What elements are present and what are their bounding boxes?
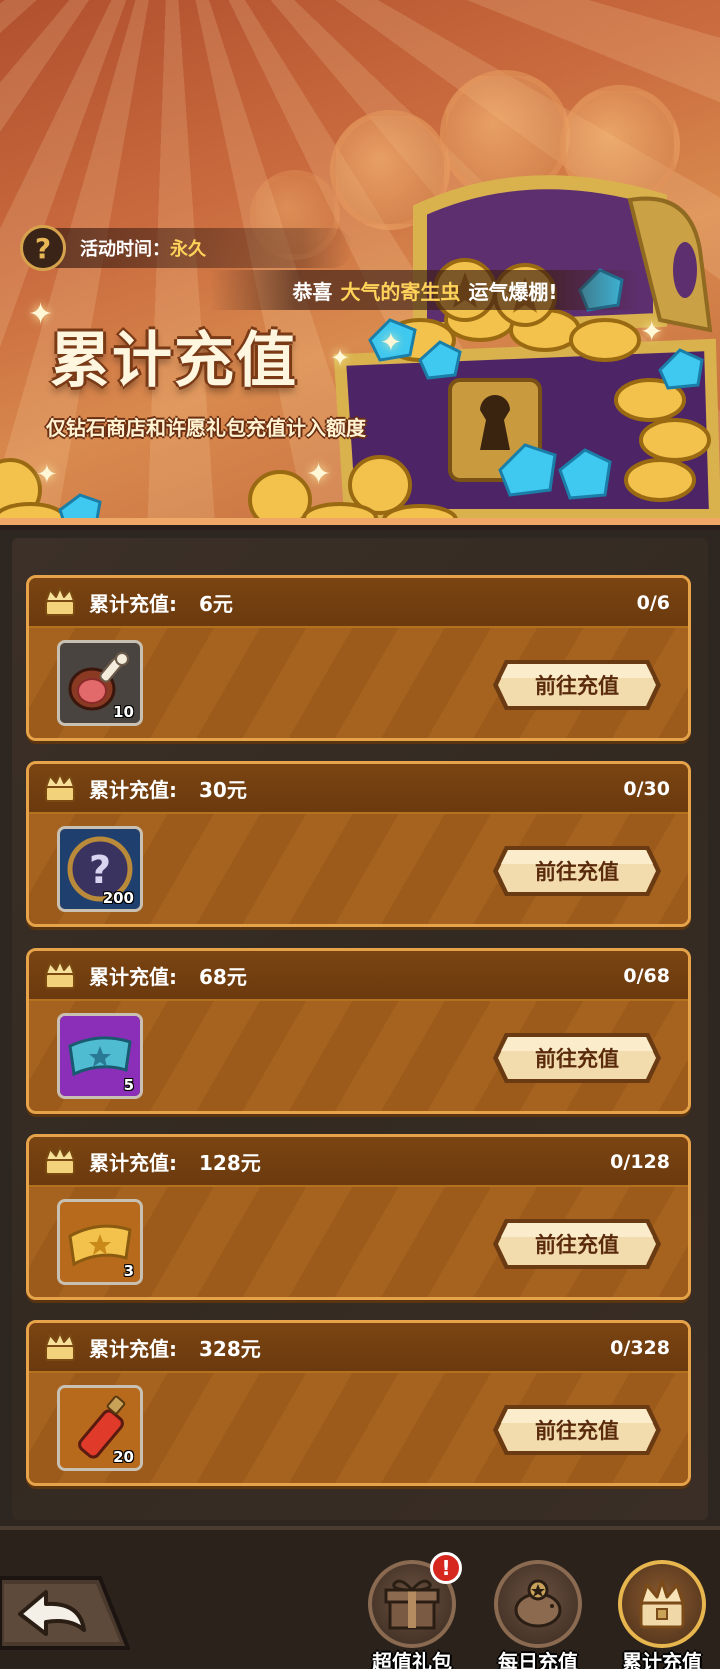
tier-amount: 128元 [199, 1150, 261, 1175]
tier-progress: 0/128 [610, 1151, 670, 1173]
tab-label: 累计充值 [622, 1650, 702, 1669]
go-recharge-label: 前往充值 [535, 1047, 619, 1071]
go-recharge-button[interactable]: 前往充值 [491, 844, 663, 898]
tier-header: 累计充值: 328元 0/328 [29, 1323, 688, 1373]
tier-label: 累计充值: [89, 777, 177, 802]
tier-label: 累计充值: [89, 964, 177, 989]
item-count: 10 [113, 703, 134, 721]
tier-amount: 30元 [199, 777, 247, 802]
tier-header: 累计充值: 6元 0/6 [29, 578, 688, 628]
tier-body: 3 前往充值 [29, 1187, 688, 1297]
event-time-bar: ? 活动时间： 永久 [20, 225, 352, 271]
crown-chest-icon [618, 1560, 706, 1648]
go-recharge-button[interactable]: 前往充值 [491, 1031, 663, 1085]
tier-body: 10 前往充值 [29, 628, 688, 738]
tier-label: 累计充值: [89, 1150, 177, 1175]
help-icon[interactable]: ? [20, 225, 66, 271]
piggy-bank-icon [494, 1560, 582, 1648]
tier-progress: 0/6 [636, 592, 670, 614]
tier-body: ? 200 前往充值 [29, 814, 688, 924]
tab-cumulative-recharge[interactable]: 累计充值 [612, 1560, 712, 1669]
tier-amount: 6元 [199, 591, 233, 616]
svg-text:?: ? [89, 848, 111, 892]
reward-tier-card: 累计充值: 128元 0/128 3 前往充值 [26, 1134, 691, 1300]
reward-tier-card: 累计充值: 68元 0/68 5 前往充值 [26, 948, 691, 1114]
reward-tier-card: 累计充值: 6元 0/6 10 前往充值 [26, 575, 691, 741]
event-banner: ✦ ✦ ✦ ✦ ✦ ✦ ? 活动时间： 永久 恭喜 大气的寄生虫 运气爆棚! 累… [0, 0, 720, 525]
sparkle-icon: ✦ [36, 460, 58, 490]
page-subtitle: 仅钻石商店和许愿礼包充值计入额度 [46, 416, 366, 440]
go-recharge-button[interactable]: 前往充值 [491, 658, 663, 712]
go-recharge-button[interactable]: 前往充值 [491, 1217, 663, 1271]
item-count: 3 [123, 1262, 134, 1280]
reward-tier-card: 累计充值: 328元 0/328 20 前往充值 [26, 1320, 691, 1486]
congrats-suffix: 运气爆棚! [468, 279, 558, 304]
crown-icon [45, 1146, 75, 1175]
tab-label: 超值礼包 [372, 1650, 452, 1669]
go-recharge-label: 前往充值 [535, 674, 619, 698]
foreground-coins [0, 455, 458, 525]
sparkle-icon: ✦ [330, 344, 351, 372]
reward-item[interactable]: 3 [57, 1199, 143, 1285]
notification-badge: ! [430, 1552, 462, 1584]
item-count: 200 [102, 889, 134, 907]
reward-item[interactable]: 20 [57, 1385, 143, 1471]
go-recharge-button[interactable]: 前往充值 [491, 1403, 663, 1457]
crown-icon [45, 1332, 75, 1361]
congrats-prefix: 恭喜 [292, 279, 333, 304]
crown-icon [45, 587, 75, 616]
tier-header: 累计充值: 30元 0/30 [29, 764, 688, 814]
congrats-player-name: 大气的寄生虫 [340, 279, 461, 304]
congrats-ticker: 恭喜 大气的寄生虫 运气爆棚! [210, 270, 640, 310]
back-button[interactable] [0, 1572, 130, 1654]
tier-progress: 0/68 [623, 965, 670, 987]
sparkle-icon: ✦ [380, 328, 402, 358]
tab-daily-recharge[interactable]: 每日充值 [488, 1560, 588, 1669]
go-recharge-label: 前往充值 [535, 860, 619, 884]
tier-amount: 328元 [199, 1336, 261, 1361]
tier-label: 累计充值: [89, 1336, 177, 1361]
sparkle-icon: ✦ [640, 315, 664, 348]
tier-progress: 0/328 [610, 1337, 670, 1359]
sparkle-icon: ✦ [306, 457, 332, 492]
banner-divider [0, 518, 720, 525]
event-time-label: 活动时间： [80, 239, 170, 260]
tab-label: 每日充值 [498, 1650, 578, 1669]
reward-item[interactable]: 5 [57, 1013, 143, 1099]
crown-icon [45, 773, 75, 802]
tier-progress: 0/30 [623, 778, 670, 800]
tab-value-gift[interactable]: ! 超值礼包 [362, 1552, 462, 1669]
tier-label: 累计充值: [89, 591, 177, 616]
reward-item[interactable]: 10 [57, 640, 143, 726]
reward-item[interactable]: ? 200 [57, 826, 143, 912]
tier-body: 20 前往充值 [29, 1373, 688, 1483]
event-time-value: 永久 [170, 239, 206, 260]
reward-tier-card: 累计充值: 30元 0/30? 200 前往充值 [26, 761, 691, 927]
tier-body: 5 前往充值 [29, 1001, 688, 1111]
page-title: 累计充值 [50, 326, 298, 396]
tier-header: 累计充值: 128元 0/128 [29, 1137, 688, 1187]
crown-icon [45, 960, 75, 989]
tier-header: 累计充值: 68元 0/68 [29, 951, 688, 1001]
go-recharge-label: 前往充值 [535, 1233, 619, 1257]
item-count: 20 [113, 1448, 134, 1466]
tier-amount: 68元 [199, 964, 247, 989]
go-recharge-label: 前往充值 [535, 1419, 619, 1443]
bottom-nav: ! 超值礼包 每日充值 累计充值 [0, 1526, 720, 1669]
item-count: 5 [123, 1076, 134, 1094]
